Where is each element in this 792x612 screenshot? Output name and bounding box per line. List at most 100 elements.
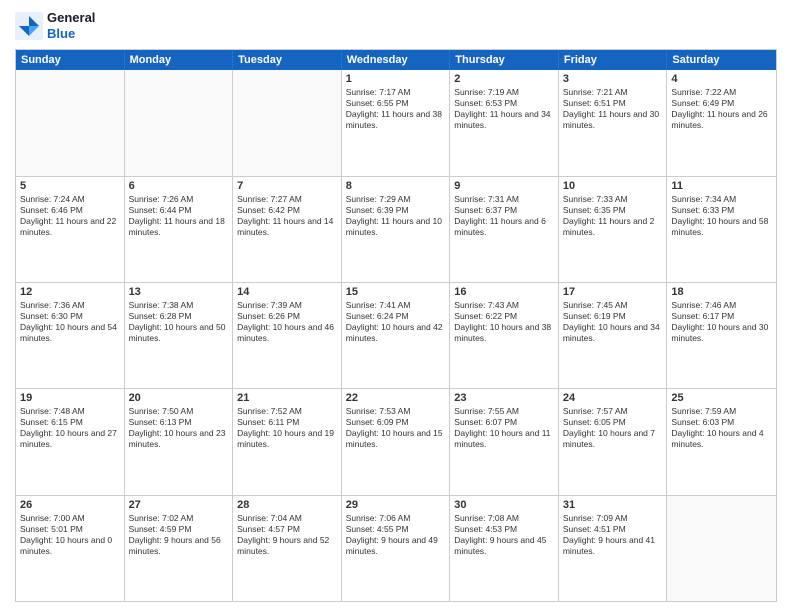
day-info: Sunrise: 7:22 AM Sunset: 6:49 PM Dayligh… xyxy=(671,87,772,131)
day-info: Sunrise: 7:26 AM Sunset: 6:44 PM Dayligh… xyxy=(129,194,229,238)
day-number: 18 xyxy=(671,286,772,298)
header-day-monday: Monday xyxy=(125,50,234,70)
day-number: 12 xyxy=(20,286,120,298)
day-number: 7 xyxy=(237,180,337,192)
day-info: Sunrise: 7:55 AM Sunset: 6:07 PM Dayligh… xyxy=(454,406,554,450)
day-info: Sunrise: 7:53 AM Sunset: 6:09 PM Dayligh… xyxy=(346,406,446,450)
calendar-cell: 29Sunrise: 7:06 AM Sunset: 4:55 PM Dayli… xyxy=(342,496,451,601)
calendar-page: General Blue SundayMondayTuesdayWednesda… xyxy=(0,0,792,612)
calendar-cell: 21 Sunrise: 7:52 AM Sunset: 6:11 PM Dayli… xyxy=(233,389,342,494)
logo-text: General Blue xyxy=(47,10,95,41)
calendar-cell: 8Sunrise: 7:29 AM Sunset: 6:39 PM Daylig… xyxy=(342,177,451,282)
day-info: Sunrise: 7:02 AM Sunset: 4:59 PM Dayligh… xyxy=(129,513,229,557)
day-info: Sunrise: 7:50 AM Sunset: 6:13 PM Dayligh… xyxy=(129,406,229,450)
calendar-cell: 22 Sunrise: 7:53 AM Sunset: 6:09 PM Dayli… xyxy=(342,389,451,494)
calendar-week-1: 1Sunrise: 7:17 AM Sunset: 6:55 PM Daylig… xyxy=(16,70,776,175)
day-number: 28 xyxy=(237,499,337,511)
day-number: 24 xyxy=(563,392,663,404)
calendar-cell: 20 Sunrise: 7:50 AM Sunset: 6:13 PM Dayli… xyxy=(125,389,234,494)
day-number: 13 xyxy=(129,286,229,298)
calendar-header: SundayMondayTuesdayWednesdayThursdayFrid… xyxy=(16,50,776,70)
day-info: Sunrise: 7:43 AM Sunset: 6:22 PM Dayligh… xyxy=(454,300,554,344)
day-number: 19 xyxy=(20,392,120,404)
calendar-cell: 25Sunrise: 7:59 AM Sunset: 6:03 PM Dayli… xyxy=(667,389,776,494)
calendar-cell xyxy=(125,70,234,175)
calendar-cell: 5 Sunrise: 7:24 AM Sunset: 6:46 PM Daylig… xyxy=(16,177,125,282)
day-number: 16 xyxy=(454,286,554,298)
page-header: General Blue xyxy=(15,10,777,41)
day-number: 15 xyxy=(346,286,446,298)
day-number: 11 xyxy=(671,180,772,192)
calendar-cell: 31 Sunrise: 7:09 AM Sunset: 4:51 PM Dayli… xyxy=(559,496,668,601)
header-day-saturday: Saturday xyxy=(667,50,776,70)
day-number: 5 xyxy=(20,180,120,192)
day-info: Sunrise: 7:33 AM Sunset: 6:35 PM Dayligh… xyxy=(563,194,663,238)
day-info: Sunrise: 7:21 AM Sunset: 6:51 PM Dayligh… xyxy=(563,87,663,131)
calendar-cell: 2Sunrise: 7:19 AM Sunset: 6:53 PM Daylig… xyxy=(450,70,559,175)
day-info: Sunrise: 7:08 AM Sunset: 4:53 PM Dayligh… xyxy=(454,513,554,557)
calendar-cell xyxy=(233,70,342,175)
day-number: 1 xyxy=(346,73,446,85)
day-number: 9 xyxy=(454,180,554,192)
calendar-cell: 9 Sunrise: 7:31 AM Sunset: 6:37 PM Daylig… xyxy=(450,177,559,282)
day-info: Sunrise: 7:57 AM Sunset: 6:05 PM Dayligh… xyxy=(563,406,663,450)
header-day-wednesday: Wednesday xyxy=(342,50,451,70)
day-info: Sunrise: 7:38 AM Sunset: 6:28 PM Dayligh… xyxy=(129,300,229,344)
day-info: Sunrise: 7:31 AM Sunset: 6:37 PM Dayligh… xyxy=(454,194,554,238)
calendar-cell: 4 Sunrise: 7:22 AM Sunset: 6:49 PM Daylig… xyxy=(667,70,776,175)
day-number: 23 xyxy=(454,392,554,404)
calendar-cell: 26 Sunrise: 7:00 AM Sunset: 5:01 PM Dayli… xyxy=(16,496,125,601)
calendar-cell: 19 Sunrise: 7:48 AM Sunset: 6:15 PM Dayli… xyxy=(16,389,125,494)
day-number: 22 xyxy=(346,392,446,404)
day-number: 29 xyxy=(346,499,446,511)
calendar-cell: 16 Sunrise: 7:43 AM Sunset: 6:22 PM Dayli… xyxy=(450,283,559,388)
day-number: 21 xyxy=(237,392,337,404)
calendar-cell: 3 Sunrise: 7:21 AM Sunset: 6:51 PM Daylig… xyxy=(559,70,668,175)
day-number: 17 xyxy=(563,286,663,298)
calendar-grid: SundayMondayTuesdayWednesdayThursdayFrid… xyxy=(15,49,777,602)
day-number: 3 xyxy=(563,73,663,85)
day-number: 14 xyxy=(237,286,337,298)
logo-icon xyxy=(15,12,43,40)
day-number: 4 xyxy=(671,73,772,85)
calendar-cell: 18 Sunrise: 7:46 AM Sunset: 6:17 PM Dayli… xyxy=(667,283,776,388)
calendar-cell xyxy=(16,70,125,175)
day-info: Sunrise: 7:59 AM Sunset: 6:03 PM Dayligh… xyxy=(671,406,772,450)
day-info: Sunrise: 7:52 AM Sunset: 6:11 PM Dayligh… xyxy=(237,406,337,450)
day-number: 31 xyxy=(563,499,663,511)
calendar-cell: 1Sunrise: 7:17 AM Sunset: 6:55 PM Daylig… xyxy=(342,70,451,175)
day-info: Sunrise: 7:41 AM Sunset: 6:24 PM Dayligh… xyxy=(346,300,446,344)
calendar-week-2: 5 Sunrise: 7:24 AM Sunset: 6:46 PM Daylig… xyxy=(16,176,776,282)
day-info: Sunrise: 7:46 AM Sunset: 6:17 PM Dayligh… xyxy=(671,300,772,344)
calendar-cell: 13 Sunrise: 7:38 AM Sunset: 6:28 PM Dayli… xyxy=(125,283,234,388)
day-info: Sunrise: 7:36 AM Sunset: 6:30 PM Dayligh… xyxy=(20,300,120,344)
day-info: Sunrise: 7:27 AM Sunset: 6:42 PM Dayligh… xyxy=(237,194,337,238)
day-info: Sunrise: 7:04 AM Sunset: 4:57 PM Dayligh… xyxy=(237,513,337,557)
calendar-cell: 28 Sunrise: 7:04 AM Sunset: 4:57 PM Dayli… xyxy=(233,496,342,601)
calendar-cell: 23 Sunrise: 7:55 AM Sunset: 6:07 PM Dayli… xyxy=(450,389,559,494)
logo: General Blue xyxy=(15,10,95,41)
day-number: 8 xyxy=(346,180,446,192)
calendar-cell: 10Sunrise: 7:33 AM Sunset: 6:35 PM Dayli… xyxy=(559,177,668,282)
calendar-cell: 17Sunrise: 7:45 AM Sunset: 6:19 PM Dayli… xyxy=(559,283,668,388)
day-info: Sunrise: 7:39 AM Sunset: 6:26 PM Dayligh… xyxy=(237,300,337,344)
calendar-cell: 24 Sunrise: 7:57 AM Sunset: 6:05 PM Dayli… xyxy=(559,389,668,494)
day-info: Sunrise: 7:24 AM Sunset: 6:46 PM Dayligh… xyxy=(20,194,120,238)
calendar-cell: 12 Sunrise: 7:36 AM Sunset: 6:30 PM Dayli… xyxy=(16,283,125,388)
calendar-cell: 27Sunrise: 7:02 AM Sunset: 4:59 PM Dayli… xyxy=(125,496,234,601)
calendar-cell: 15 Sunrise: 7:41 AM Sunset: 6:24 PM Dayli… xyxy=(342,283,451,388)
calendar-cell: 14 Sunrise: 7:39 AM Sunset: 6:26 PM Dayli… xyxy=(233,283,342,388)
calendar-body: 1Sunrise: 7:17 AM Sunset: 6:55 PM Daylig… xyxy=(16,70,776,601)
calendar-week-4: 19 Sunrise: 7:48 AM Sunset: 6:15 PM Dayli… xyxy=(16,388,776,494)
day-info: Sunrise: 7:09 AM Sunset: 4:51 PM Dayligh… xyxy=(563,513,663,557)
day-number: 20 xyxy=(129,392,229,404)
day-info: Sunrise: 7:00 AM Sunset: 5:01 PM Dayligh… xyxy=(20,513,120,557)
day-info: Sunrise: 7:19 AM Sunset: 6:53 PM Dayligh… xyxy=(454,87,554,131)
day-number: 26 xyxy=(20,499,120,511)
header-day-sunday: Sunday xyxy=(16,50,125,70)
day-info: Sunrise: 7:34 AM Sunset: 6:33 PM Dayligh… xyxy=(671,194,772,238)
header-day-thursday: Thursday xyxy=(450,50,559,70)
header-day-tuesday: Tuesday xyxy=(233,50,342,70)
day-info: Sunrise: 7:48 AM Sunset: 6:15 PM Dayligh… xyxy=(20,406,120,450)
calendar-cell: 11 Sunrise: 7:34 AM Sunset: 6:33 PM Dayli… xyxy=(667,177,776,282)
